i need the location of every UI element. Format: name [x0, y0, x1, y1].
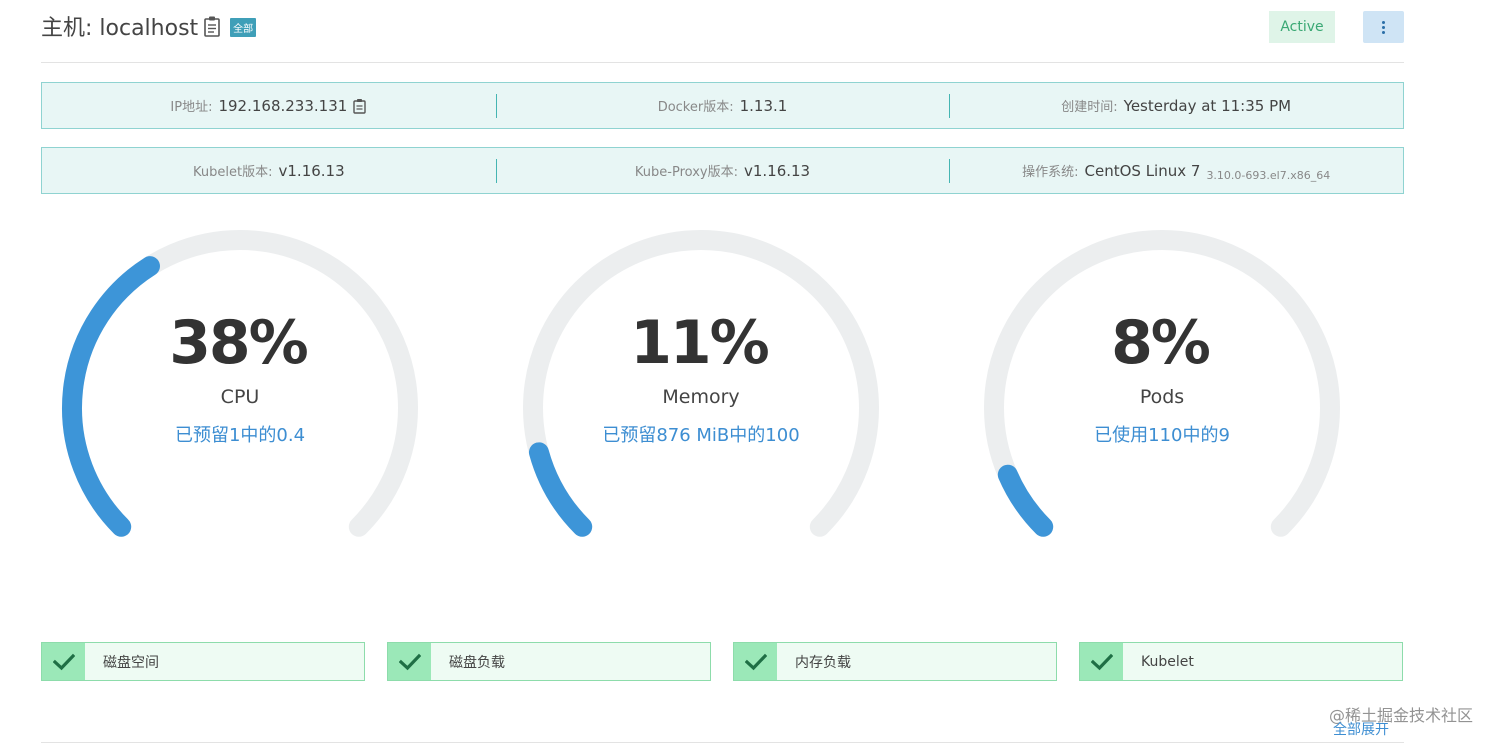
gauge-track [984, 229, 1340, 537]
health-check-disk-load: 磁盘负载 [387, 642, 711, 681]
divider [41, 742, 1404, 743]
info-cell-created: 创建时间: Yesterday at 11:35 PM [949, 83, 1403, 128]
info-label: IP地址: [170, 100, 213, 115]
health-check-kubelet: Kubelet [1079, 642, 1403, 681]
page-header: 主机: localhost 全部 Active [41, 8, 1404, 63]
health-check-disk-space: 磁盘空间 [41, 642, 365, 681]
gauge-fill [528, 442, 593, 537]
status-badge: Active [1269, 11, 1335, 43]
ip-address-value: 192.168.233.131 [218, 96, 348, 115]
host-detail-page: 主机: localhost 全部 Active IP地址: 192.168.23… [0, 0, 1512, 744]
created-time-value: Yesterday at 11:35 PM [1123, 96, 1292, 115]
memory-gauge: 11% Memory 已预留876 MiB中的100 [520, 228, 882, 538]
check-icon [734, 643, 777, 680]
gauge-reserved: 已预留876 MiB中的100 [602, 425, 800, 446]
kubelet-version-value: v1.16.13 [278, 161, 345, 180]
info-cell-kubelet: Kubelet版本: v1.16.13 [42, 148, 496, 193]
more-actions-button[interactable] [1363, 11, 1404, 43]
info-label: 操作系统: [1022, 165, 1079, 180]
scope-badge: 全部 [230, 17, 257, 37]
health-check-label: 磁盘负载 [449, 654, 505, 671]
health-check-memory-load: 内存负载 [733, 642, 1057, 681]
docker-version-value: 1.13.1 [739, 96, 788, 115]
gauge-arc [62, 229, 418, 537]
os-value: CentOS Linux 7 [1084, 161, 1201, 180]
kube-proxy-version-value: v1.16.13 [743, 161, 811, 180]
check-icon [388, 643, 431, 680]
gauge-reserved: 已预留1中的0.4 [174, 425, 306, 446]
gauge-percent: 11% [630, 308, 770, 378]
gauge-label: Memory [662, 386, 740, 408]
gauge-percent: 8% [1111, 308, 1211, 378]
info-cell-os: 操作系统: CentOS Linux 7 3.10.0-693.el7.x86_… [949, 148, 1403, 193]
info-cell-docker: Docker版本: 1.13.1 [495, 83, 950, 128]
info-label: Docker版本: [657, 100, 734, 115]
health-check-label: Kubelet [1141, 653, 1194, 670]
info-label: 创建时间: [1061, 100, 1118, 115]
expand-all-link[interactable]: 全部展开 [1333, 719, 1389, 739]
info-label: Kubelet版本: [193, 165, 273, 180]
info-bar-2: Kubelet版本: v1.16.13 Kube-Proxy版本: v1.16.… [41, 147, 1404, 194]
title-group: 主机: localhost 全部 [41, 10, 257, 42]
info-bar-1: IP地址: 192.168.233.131 Docker版本: 1.13.1 创… [41, 82, 1404, 129]
vertical-dots-icon [1382, 20, 1385, 34]
gauge-arc [984, 229, 1340, 537]
check-icon [42, 643, 85, 680]
gauge-percent: 38% [169, 308, 309, 378]
gauge-reserved: 已使用110中的9 [1094, 425, 1230, 446]
info-cell-kube-proxy: Kube-Proxy版本: v1.16.13 [495, 148, 950, 193]
copy-icon[interactable] [353, 98, 367, 114]
check-icon [1080, 643, 1123, 680]
info-label: Kube-Proxy版本: [634, 165, 738, 180]
gauge-label: Pods [1139, 386, 1185, 408]
health-check-label: 磁盘空间 [103, 654, 159, 671]
page-title: 主机: localhost [41, 16, 199, 41]
gauge-arc [523, 229, 879, 537]
health-check-label: 内存负载 [795, 654, 851, 671]
kernel-version: 3.10.0-693.el7.x86_64 [1206, 169, 1331, 182]
cpu-gauge: 38% CPU 已预留1中的0.4 [59, 228, 421, 538]
copy-icon[interactable] [204, 15, 222, 37]
gauge-fill [997, 464, 1054, 537]
gauge-label: CPU [220, 386, 260, 408]
pods-gauge: 8% Pods 已使用110中的9 [981, 228, 1343, 538]
gauge-track [523, 229, 879, 537]
info-cell-ip: IP地址: 192.168.233.131 [42, 83, 496, 128]
